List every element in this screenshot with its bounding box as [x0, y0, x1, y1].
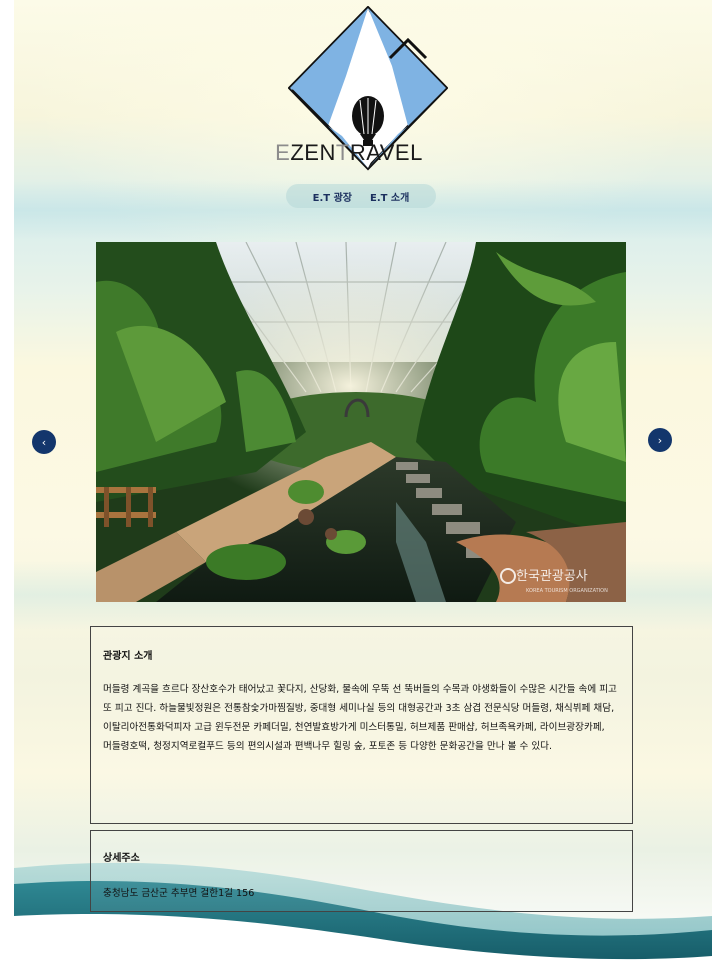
watermark-subtext: KOREA TOURISM ORGANIZATION	[526, 588, 608, 594]
chevron-right-icon: ›	[657, 433, 663, 447]
chevron-left-icon: ‹	[41, 435, 47, 449]
intro-section: 관광지 소개 머들령 계곡을 흐르다 장산호수가 태어났고 꽃다지, 산당화, …	[90, 626, 633, 824]
intro-title: 관광지 소개	[103, 651, 153, 662]
brand-name: EZENTRAVEL	[275, 140, 423, 165]
main-nav: E.T 광장 E.T 소개	[286, 184, 436, 208]
greenhouse-garden-photo: 한국관광공사 KOREA TOURISM ORGANIZATION	[96, 242, 626, 602]
intro-body: 머들령 계곡을 흐르다 장산호수가 태어났고 꽃다지, 산당화, 물속에 우뚝 …	[103, 684, 617, 752]
watermark-text: 한국관광공사	[516, 569, 588, 584]
address-section: 상세주소 충청남도 금산군 추부면 걸한1길 156	[90, 830, 633, 912]
address-title: 상세주소	[103, 853, 140, 864]
slider-prev-button[interactable]: ‹	[32, 430, 56, 454]
nav-item-plaza[interactable]: E.T 광장	[313, 189, 352, 204]
address-value: 충청남도 금산군 추부면 걸한1길 156	[103, 888, 255, 899]
slider-next-button[interactable]: ›	[648, 428, 672, 452]
nav-item-about[interactable]: E.T 소개	[370, 189, 409, 204]
